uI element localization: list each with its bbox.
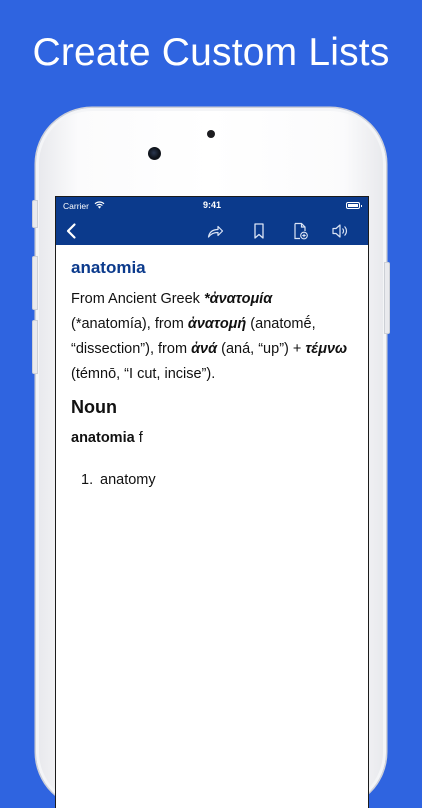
share-icon[interactable] [206,222,224,240]
speaker-icon[interactable] [331,222,349,240]
greek-term[interactable]: ἀνατομή [188,316,246,332]
etymology-text: From Ancient Greek *ἀνατομία (*anatomía)… [71,287,353,387]
sense-list: 1. anatomy [71,469,353,491]
bookmark-icon[interactable] [250,222,268,240]
entry-content: anatomia From Ancient Greek *ἀνατομία (*… [56,245,368,491]
proximity-sensor [207,130,215,138]
etymology-part: (*anatomía), from [71,316,188,332]
status-bar: Carrier 9:41 [56,197,368,215]
phone-frame: Carrier 9:41 anatomia From Ancient Greek… [32,108,390,808]
greek-term[interactable]: τέμνω [305,341,347,357]
mute-switch [32,200,38,228]
headword: anatomia [71,430,135,446]
add-document-icon[interactable] [291,222,309,240]
part-of-speech-heading: Noun [71,397,117,417]
back-chevron-icon[interactable] [63,222,81,240]
volume-up-button [32,256,38,310]
sense-number: 1. [81,472,94,488]
entry-headword-title: anatomia [71,258,146,277]
promo-headline: Create Custom Lists [32,31,390,74]
volume-down-button [32,320,38,374]
etymology-part: (aná, “up”) + [217,341,306,357]
status-time: 9:41 [202,200,221,210]
sense-item: 1. anatomy [81,469,353,491]
etymology-part: From Ancient Greek [71,291,204,307]
gender-marker: f [134,430,143,446]
front-camera [148,147,161,160]
power-button [384,262,390,334]
headword-line: anatomia f [71,427,353,449]
etymology-part: (témnō, “I cut, incise”). [71,366,216,382]
battery-icon [346,202,362,209]
greek-term[interactable]: *ἀνατομία [204,291,272,307]
sense-text: anatomy [100,472,156,488]
phone-screen: Carrier 9:41 anatomia From Ancient Greek… [55,196,369,808]
greek-term[interactable]: ἀνά [191,341,217,357]
nav-bar [56,215,368,245]
